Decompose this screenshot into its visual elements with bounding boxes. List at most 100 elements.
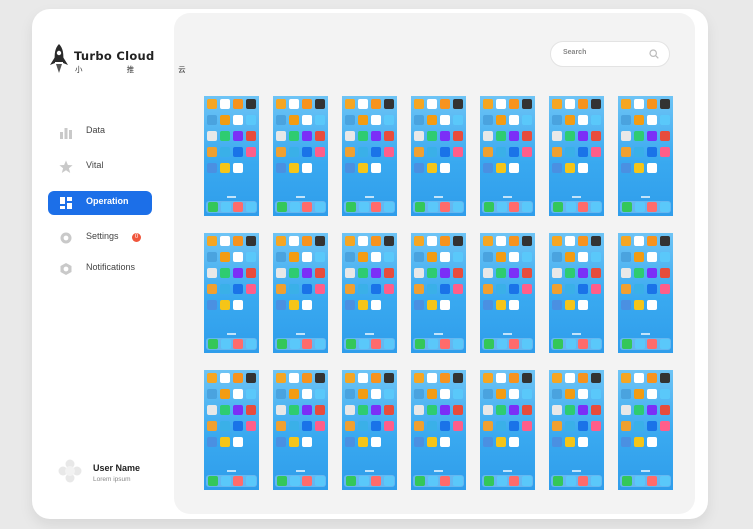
app-icon (414, 163, 424, 173)
dock-icon (622, 476, 632, 486)
device-screen[interactable] (342, 233, 397, 353)
app-icon (509, 252, 519, 262)
app-icon (483, 300, 493, 310)
app-icon (496, 437, 506, 447)
dock-icon (245, 339, 256, 349)
device-screen[interactable] (342, 370, 397, 490)
sidebar-item-data[interactable]: Data (48, 120, 152, 144)
page-indicator (227, 196, 236, 198)
dock-icon (484, 339, 494, 349)
app-icon (565, 437, 575, 447)
app-icon (496, 284, 506, 294)
dock-icon (427, 202, 438, 212)
app-icon (565, 421, 575, 431)
app-icon (384, 99, 394, 109)
app-icon (578, 99, 588, 109)
app-icon (220, 99, 230, 109)
app-icon (220, 252, 230, 262)
app-icon (440, 437, 450, 447)
app-icon (483, 437, 493, 447)
app-icon (414, 115, 424, 125)
sidebar-item-label: Vital (86, 160, 104, 170)
app-icon (634, 131, 644, 141)
app-icon (220, 236, 230, 246)
app-icon (289, 236, 299, 246)
app-icon (647, 163, 657, 173)
dock-icon (277, 339, 287, 349)
app-icon (384, 405, 394, 415)
app-icon (358, 373, 368, 383)
app-icon (246, 99, 256, 109)
device-screen[interactable] (618, 96, 673, 216)
app-icon (233, 236, 243, 246)
device-screen[interactable] (411, 370, 466, 490)
app-icon (302, 236, 312, 246)
app-icon (578, 373, 588, 383)
device-screen[interactable] (480, 370, 535, 490)
search-input[interactable]: Search (550, 41, 670, 67)
device-screen[interactable] (273, 370, 328, 490)
device-screen[interactable] (411, 96, 466, 216)
app-icon (552, 115, 562, 125)
dock (206, 338, 257, 350)
app-icon (634, 99, 644, 109)
app-icon (302, 147, 312, 157)
app-icon (207, 99, 217, 109)
app-icon (565, 405, 575, 415)
dock-icon (289, 476, 300, 486)
device-screen[interactable] (273, 233, 328, 353)
app-icon (647, 147, 657, 157)
app-icon (621, 236, 631, 246)
app-icon (233, 115, 243, 125)
device-screen[interactable] (480, 233, 535, 353)
device-screen[interactable] (342, 96, 397, 216)
device-screen[interactable] (204, 233, 259, 353)
app-icon (660, 252, 670, 262)
sidebar-item-settings[interactable]: Settings 0 (48, 226, 152, 250)
app-icon (345, 147, 355, 157)
app-icon (233, 437, 243, 447)
app-icon (621, 389, 631, 399)
device-screen[interactable] (204, 96, 259, 216)
app-icon (427, 99, 437, 109)
device-screen[interactable] (618, 233, 673, 353)
app-icon (302, 300, 312, 310)
device-screen[interactable] (480, 96, 535, 216)
app-icon (440, 284, 450, 294)
page-indicator (572, 333, 581, 335)
device-screen[interactable] (549, 96, 604, 216)
device-screen[interactable] (273, 96, 328, 216)
dock-icon (346, 476, 356, 486)
device-screen[interactable] (618, 370, 673, 490)
app-icon (358, 389, 368, 399)
search-icon[interactable] (649, 49, 659, 59)
app-icon (207, 389, 217, 399)
device-screen[interactable] (204, 370, 259, 490)
app-icon (233, 421, 243, 431)
sidebar-item-notifications[interactable]: Notifications (48, 257, 152, 281)
app-icon (384, 373, 394, 383)
app-icon (647, 115, 657, 125)
device-screen[interactable] (549, 370, 604, 490)
brand-subtitle: 小 推 云 (75, 65, 207, 74)
app-icon (522, 268, 532, 278)
app-icon (621, 252, 631, 262)
app-icon (621, 115, 631, 125)
app-icon (634, 147, 644, 157)
sidebar-item-operation[interactable]: Operation (48, 191, 152, 215)
dock-icon (289, 202, 300, 212)
dock-icon (358, 339, 369, 349)
app-icon (414, 405, 424, 415)
app-icon (315, 373, 325, 383)
device-screen[interactable] (411, 233, 466, 353)
app-icon (233, 163, 243, 173)
dock-icon (440, 202, 450, 212)
app-icon (565, 252, 575, 262)
app-icon (276, 99, 286, 109)
app-icon (207, 163, 217, 173)
app-icon (384, 252, 394, 262)
app-icon (483, 405, 493, 415)
device-screen[interactable] (549, 233, 604, 353)
app-icon (552, 405, 562, 415)
sidebar-item-vital[interactable]: Vital (48, 155, 152, 179)
